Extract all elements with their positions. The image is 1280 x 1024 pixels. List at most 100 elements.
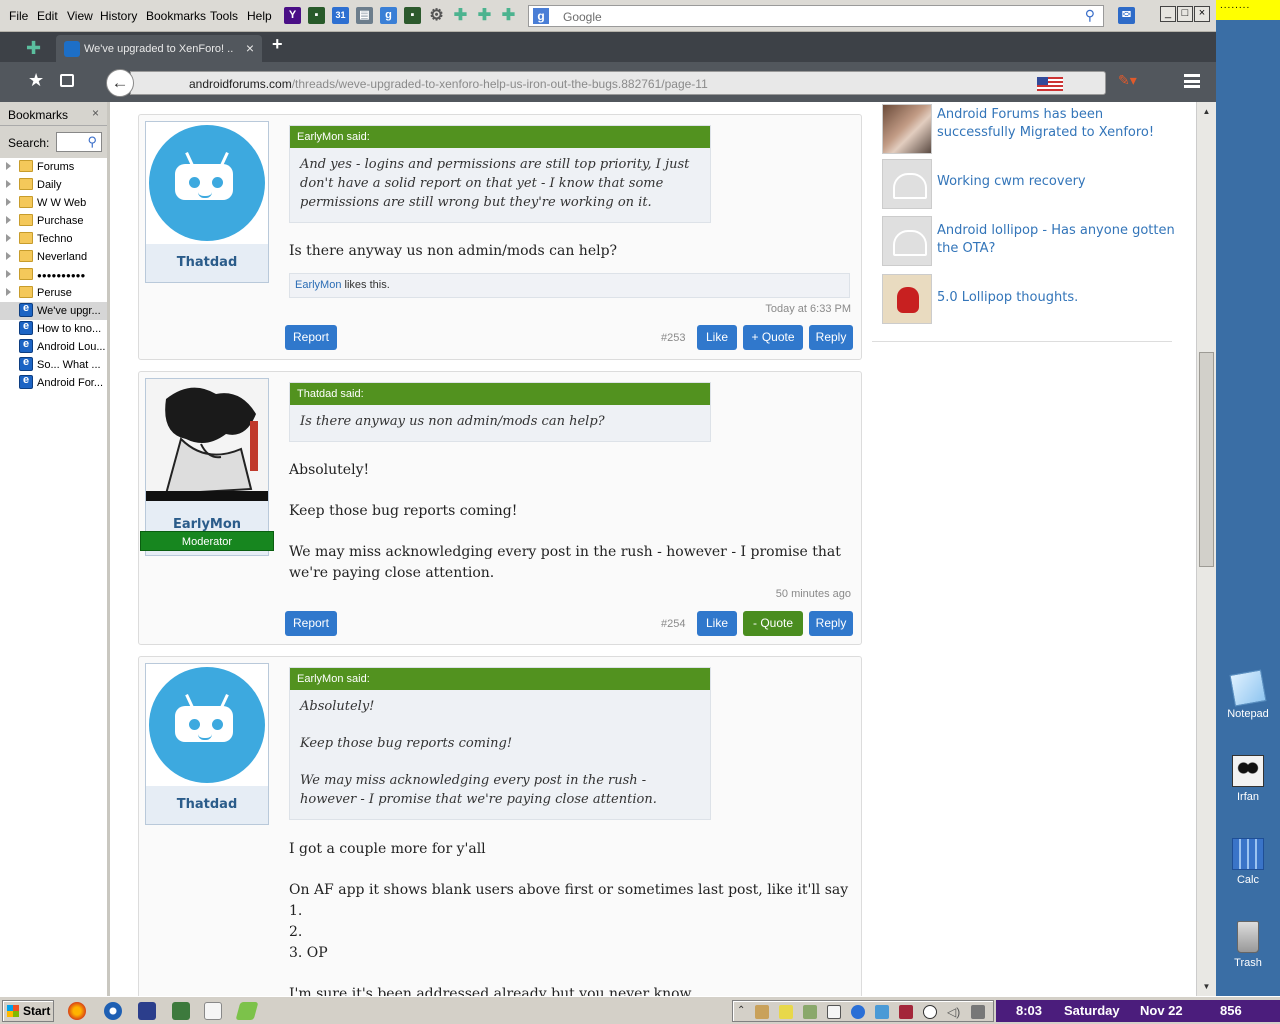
tray-panda-icon[interactable] [923, 1005, 937, 1019]
scrollbar-thumb[interactable] [1199, 352, 1214, 567]
related-thread-title[interactable]: 5.0 Lollipop thoughts. [937, 289, 1177, 307]
bookmark-folder[interactable]: Techno [0, 230, 107, 248]
sidebar-search-input[interactable]: ⚲ [56, 132, 102, 152]
screen-icon[interactable]: ▪ [308, 7, 325, 24]
tray-app-icon[interactable] [803, 1005, 817, 1019]
tray-expand-icon[interactable]: ⌃ [737, 1005, 751, 1019]
android-thumbnail-icon[interactable] [882, 159, 932, 209]
firefox-icon[interactable] [68, 1002, 86, 1020]
bookmark-folder[interactable]: Forums [0, 158, 107, 176]
google-search-engine-icon[interactable]: g [533, 8, 549, 24]
desktop-icon-notepad[interactable]: Notepad [1216, 669, 1280, 720]
android-thumbnail-icon[interactable] [882, 216, 932, 266]
related-thread[interactable]: Working cwm recovery [882, 159, 1182, 209]
scroll-up-icon[interactable]: ▲ [1199, 104, 1214, 119]
url-text[interactable]: androidforums.com/threads/weve-upgraded-… [189, 77, 708, 91]
menu-edit[interactable]: Edit [37, 9, 58, 23]
minimize-icon[interactable]: _ [1160, 6, 1176, 22]
menu-file[interactable]: File [9, 9, 28, 23]
related-thread-title[interactable]: Android lollipop - Has anyone gotten the… [937, 222, 1177, 258]
post-number[interactable]: #254 [661, 618, 685, 630]
search-bar[interactable]: g Google ⚲ [528, 5, 1104, 27]
report-button[interactable]: Report [285, 325, 337, 350]
like-button[interactable]: Like [697, 611, 737, 636]
browser-icon[interactable] [104, 1002, 122, 1020]
yahoo-icon[interactable]: Y [284, 7, 301, 24]
quote-author[interactable]: Thatdad said: [290, 383, 710, 405]
floppy-icon[interactable] [138, 1002, 156, 1020]
expand-arrow-icon[interactable] [6, 162, 11, 170]
calendar-icon[interactable]: 31 [332, 7, 349, 24]
network-icon[interactable] [172, 1002, 190, 1020]
tab-close-icon[interactable]: × [246, 40, 254, 56]
terminal-icon[interactable]: ▪ [404, 7, 421, 24]
desktop-icon-trash[interactable]: Trash [1216, 921, 1280, 969]
bookmarks-list-icon[interactable] [60, 74, 74, 87]
close-icon[interactable]: × [1194, 6, 1210, 22]
related-thread-title[interactable]: Working cwm recovery [937, 173, 1177, 191]
puzzle-icon[interactable]: ✚ [452, 7, 469, 24]
menu-tools[interactable]: Tools [210, 9, 238, 23]
addon-icon[interactable]: ✎▾ [1118, 72, 1137, 89]
scroll-down-icon[interactable]: ▼ [1199, 979, 1214, 994]
bookmark-folder[interactable]: ●●●●●●●●●● [0, 266, 107, 284]
tray-app-icon[interactable] [755, 1005, 769, 1019]
quote-button[interactable]: + Quote [743, 325, 803, 350]
thread-thumbnail[interactable] [882, 104, 932, 154]
tray-app-icon[interactable] [875, 1005, 889, 1019]
bookmark-link[interactable]: Android Lou... [0, 338, 107, 356]
cyanogenmod-avatar[interactable] [146, 664, 268, 786]
document-icon[interactable] [204, 1002, 222, 1020]
puzzle-icon[interactable]: ✚ [476, 7, 493, 24]
bookmark-folder[interactable]: W W Web [0, 194, 107, 212]
start-button[interactable]: Start [2, 1000, 54, 1022]
reply-button[interactable]: Reply [809, 325, 853, 350]
back-button[interactable]: ← [106, 69, 134, 97]
thread-thumbnail[interactable] [882, 274, 932, 324]
report-button[interactable]: Report [285, 611, 337, 636]
quote-author[interactable]: EarlyMon said: [290, 668, 710, 690]
bookmark-folder[interactable]: Purchase [0, 212, 107, 230]
expand-arrow-icon[interactable] [6, 180, 11, 188]
expand-arrow-icon[interactable] [6, 252, 11, 260]
bookmark-folder[interactable]: Peruse [0, 284, 107, 302]
bookmark-folder[interactable]: Daily [0, 176, 107, 194]
page-scrollbar[interactable]: ▲ ▼ [1196, 102, 1216, 996]
expand-arrow-icon[interactable] [6, 234, 11, 242]
like-button[interactable]: Like [697, 325, 737, 350]
bookmark-star-icon[interactable]: ★ [28, 70, 44, 91]
liker-link[interactable]: EarlyMon [295, 279, 341, 291]
anime-avatar[interactable] [146, 379, 268, 501]
post-time[interactable]: 50 minutes ago [776, 588, 851, 600]
puzzle-icon[interactable]: ✚ [500, 7, 517, 24]
bookmark-link[interactable]: We've upgr... [0, 302, 107, 320]
mail-icon[interactable]: ✉ [1118, 7, 1135, 24]
expand-arrow-icon[interactable] [6, 270, 11, 278]
post-number[interactable]: #253 [661, 332, 685, 344]
related-thread[interactable]: Android Forums has been successfully Mig… [882, 104, 1182, 154]
related-thread-title[interactable]: Android Forums has been successfully Mig… [937, 106, 1177, 142]
maximize-icon[interactable]: □ [1177, 6, 1193, 22]
volume-icon[interactable]: ◁) [947, 1005, 961, 1019]
url-bar[interactable]: androidforums.com/threads/weve-upgraded-… [130, 71, 1106, 95]
expand-arrow-icon[interactable] [6, 198, 11, 206]
search-icon[interactable]: ⚲ [1085, 7, 1095, 24]
tray-app-icon[interactable] [779, 1005, 793, 1019]
menu-bookmarks[interactable]: Bookmarks [146, 9, 206, 23]
expand-arrow-icon[interactable] [6, 216, 11, 224]
hamburger-menu-icon[interactable] [1184, 74, 1200, 88]
bookmark-folder[interactable]: Neverland [0, 248, 107, 266]
bookmark-link[interactable]: Android For... [0, 374, 107, 392]
notes-icon[interactable] [235, 1002, 259, 1020]
related-thread[interactable]: Android lollipop - Has anyone gotten the… [882, 216, 1182, 266]
new-tab-button[interactable]: + [272, 34, 283, 55]
post-author[interactable]: Thatdad [146, 244, 268, 282]
bookmark-link[interactable]: So... What ... [0, 356, 107, 374]
menu-help[interactable]: Help [247, 9, 272, 23]
tray-app-icon[interactable] [899, 1005, 913, 1019]
post-time[interactable]: Today at 6:33 PM [765, 303, 851, 315]
clock[interactable]: 8:03 Saturday Nov 22 856 [996, 1000, 1280, 1022]
menu-history[interactable]: History [100, 9, 137, 23]
reply-button[interactable]: Reply [809, 611, 853, 636]
tray-app-icon[interactable] [827, 1005, 841, 1019]
